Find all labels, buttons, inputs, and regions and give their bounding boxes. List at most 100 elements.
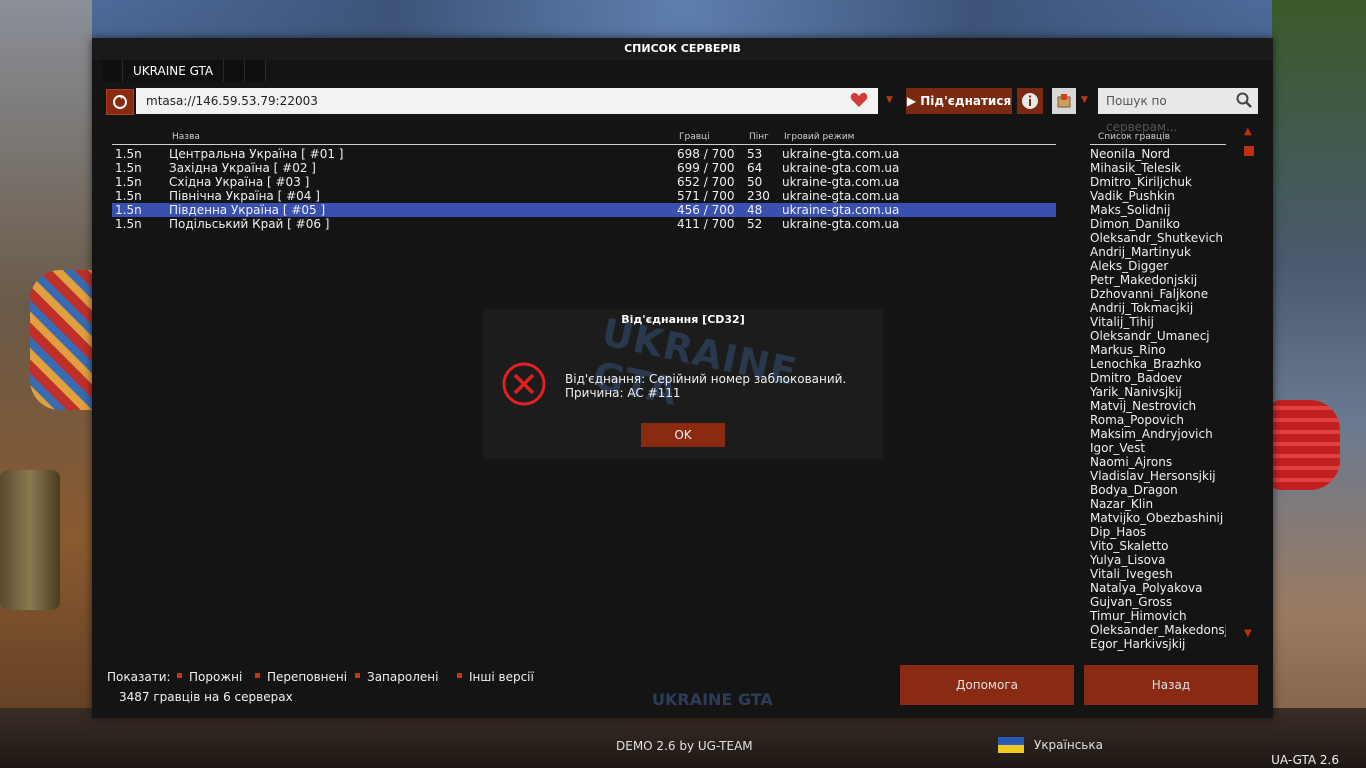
players-list-header: Список гравців (1090, 126, 1226, 145)
refresh-button[interactable] (106, 89, 134, 115)
player-item[interactable]: Natalya_Polyakova (1090, 581, 1226, 595)
player-item[interactable]: Dip_Haos (1090, 525, 1226, 539)
server-row[interactable]: 1.5n Центральна Україна [ #01 ] 698 / 700 5… (112, 147, 1056, 161)
player-item[interactable]: Neonila_Nord (1090, 147, 1226, 161)
heart-icon[interactable] (850, 92, 868, 108)
back-button[interactable]: Назад (1084, 665, 1258, 705)
player-item[interactable]: Markus_Rino (1090, 343, 1226, 357)
favourites-dropdown-arrow-icon[interactable]: ▼ (1081, 95, 1088, 105)
search-input[interactable]: Пошук по серверам... (1098, 88, 1258, 134)
info-icon (1022, 93, 1038, 109)
player-item[interactable]: Roma_Popovich (1090, 413, 1226, 427)
checkbox-icon[interactable] (457, 673, 462, 678)
server-mode: ukraine-gta.com.ua (782, 161, 900, 175)
tab-spacer-end[interactable] (245, 60, 267, 82)
player-item[interactable]: Vitalij_Tihij (1090, 315, 1226, 329)
background-right-building (1272, 0, 1366, 768)
player-item[interactable]: Dzhovanni_Faljkone (1090, 287, 1226, 301)
server-ping: 230 (747, 189, 770, 203)
player-item[interactable]: Oleksandr_Umanecj (1090, 329, 1226, 343)
credits-text: DEMO 2.6 by UG-TEAM (616, 739, 753, 753)
player-item[interactable]: Oleksander_Makedonsjk (1090, 623, 1226, 637)
server-row[interactable]: 1.5n Північна Україна [ #04 ] 571 / 700 230… (112, 189, 1056, 203)
player-item[interactable]: Bodya_Dragon (1090, 483, 1226, 497)
filter-locked[interactable]: Запаролені (355, 670, 438, 684)
player-item[interactable]: Vadik_Pushkin (1090, 189, 1226, 203)
player-item[interactable]: Yulya_Lisova (1090, 553, 1226, 567)
scroll-thumb[interactable] (1244, 146, 1254, 156)
player-item[interactable]: Nazar_Klin (1090, 497, 1226, 511)
info-button[interactable] (1017, 88, 1043, 114)
tab-bar: UKRAINE GTA (102, 60, 267, 82)
server-row[interactable]: 1.5n Південна Україна [ #05 ] 456 / 700 48 u… (112, 203, 1056, 217)
server-name: Північна Україна [ #04 ] (169, 189, 320, 203)
server-name: Південна Україна [ #05 ] (169, 203, 326, 217)
player-item[interactable]: Lenochka_Brazhko (1090, 357, 1226, 371)
scroll-up-icon[interactable]: ▲ (1244, 126, 1252, 137)
checkbox-icon[interactable] (355, 673, 360, 678)
server-version: 1.5n (115, 217, 142, 231)
player-item[interactable]: Mihasik_Telesik (1090, 161, 1226, 175)
player-item[interactable]: Vito_Skaletto (1090, 539, 1226, 553)
server-version: 1.5n (115, 175, 142, 189)
background-character-left (30, 270, 100, 410)
player-item[interactable]: Gujvan_Gross (1090, 595, 1226, 609)
ukraine-flag-icon (998, 737, 1024, 753)
player-item[interactable]: Vladislav_Hersonsjkij (1090, 469, 1226, 483)
filter-other-versions[interactable]: Інші версії (457, 670, 534, 684)
player-item[interactable]: Igor_Vest (1090, 441, 1226, 455)
player-item[interactable]: Timur_Himovich (1090, 609, 1226, 623)
favourites-button[interactable] (1052, 88, 1076, 114)
server-row[interactable]: 1.5n Західна Україна [ #02 ] 699 / 700 64 uk… (112, 161, 1056, 175)
player-item[interactable]: Dimon_Danilko (1090, 217, 1226, 231)
server-row[interactable]: 1.5n Східна Україна [ #03 ] 652 / 700 50 ukr… (112, 175, 1056, 189)
player-item[interactable]: Maksim_Andryjovich (1090, 427, 1226, 441)
server-name: Західна Україна [ #02 ] (169, 161, 316, 175)
player-item[interactable]: Matvijko_Obezbashinij (1090, 511, 1226, 525)
tab-ukraine-gta[interactable]: UKRAINE GTA (123, 60, 225, 82)
language-selector[interactable]: Українська (998, 737, 1103, 753)
filter-empty[interactable]: Порожні (177, 670, 242, 684)
player-item[interactable]: Oleksandr_Shutkevich (1090, 231, 1226, 245)
player-item[interactable]: Matvij_Nestrovich (1090, 399, 1226, 413)
player-item[interactable]: Egor_Harkivsjkij (1090, 637, 1226, 651)
column-header-ping[interactable]: Пінг (749, 132, 769, 142)
column-header-name[interactable]: Назва (172, 132, 200, 142)
scroll-down-icon[interactable]: ▼ (1244, 628, 1252, 639)
server-mode: ukraine-gta.com.ua (782, 203, 900, 217)
player-item[interactable]: Dmitro_Badoev (1090, 371, 1226, 385)
search-icon[interactable] (1236, 92, 1252, 108)
ok-button[interactable]: OK (641, 423, 725, 447)
server-ping: 53 (747, 147, 763, 161)
tab-spacer-right[interactable] (224, 60, 246, 82)
player-item[interactable]: Vitali_Ivegesh (1090, 567, 1226, 581)
server-version: 1.5n (115, 203, 142, 217)
checkbox-icon[interactable] (177, 673, 182, 678)
player-item[interactable]: Naomi_Ajrons (1090, 455, 1226, 469)
column-header-players[interactable]: Гравці (679, 132, 710, 142)
bookmark-icon (1057, 94, 1071, 108)
dialog-message: Від'єднання: Серійний номер заблокований… (565, 372, 846, 400)
players-scrollbar[interactable]: ▲ ▼ (1242, 126, 1256, 642)
help-button[interactable]: Допомога (900, 665, 1074, 705)
server-row[interactable]: 1.5n Подільський Край [ #06 ] 411 / 700 52 u… (112, 217, 1056, 231)
tab-spacer-left[interactable] (102, 60, 123, 82)
player-item[interactable]: Yarik_Nanivsjkij (1090, 385, 1226, 399)
server-mode: ukraine-gta.com.ua (782, 217, 900, 231)
filter-full[interactable]: Переповнені (255, 670, 347, 684)
player-item[interactable]: Petr_Makedonjskij (1090, 273, 1226, 287)
server-players: 699 / 700 (677, 161, 735, 175)
player-item[interactable]: Andrij_Martinyuk (1090, 245, 1226, 259)
checkbox-icon[interactable] (255, 673, 260, 678)
filter-full-label: Переповнені (267, 670, 348, 684)
player-item[interactable]: Maks_Solidnij (1090, 203, 1226, 217)
column-header-mode[interactable]: Ігровий режим (784, 132, 854, 142)
player-item[interactable]: Andrij_Tokmacjkij (1090, 301, 1226, 315)
player-item[interactable]: Dmitro_Kiriljchuk (1090, 175, 1226, 189)
address-input[interactable]: mtasa://146.59.53.79:22003 (136, 88, 878, 114)
player-server-count: 3487 гравців на 6 серверах (119, 690, 293, 704)
player-item[interactable]: Aleks_Digger (1090, 259, 1226, 273)
bottom-watermark-logo: UKRAINE GTA (652, 690, 773, 709)
connect-button[interactable]: ▶ Під'єднатися (906, 88, 1012, 114)
address-dropdown-arrow-icon[interactable]: ▼ (886, 95, 893, 105)
